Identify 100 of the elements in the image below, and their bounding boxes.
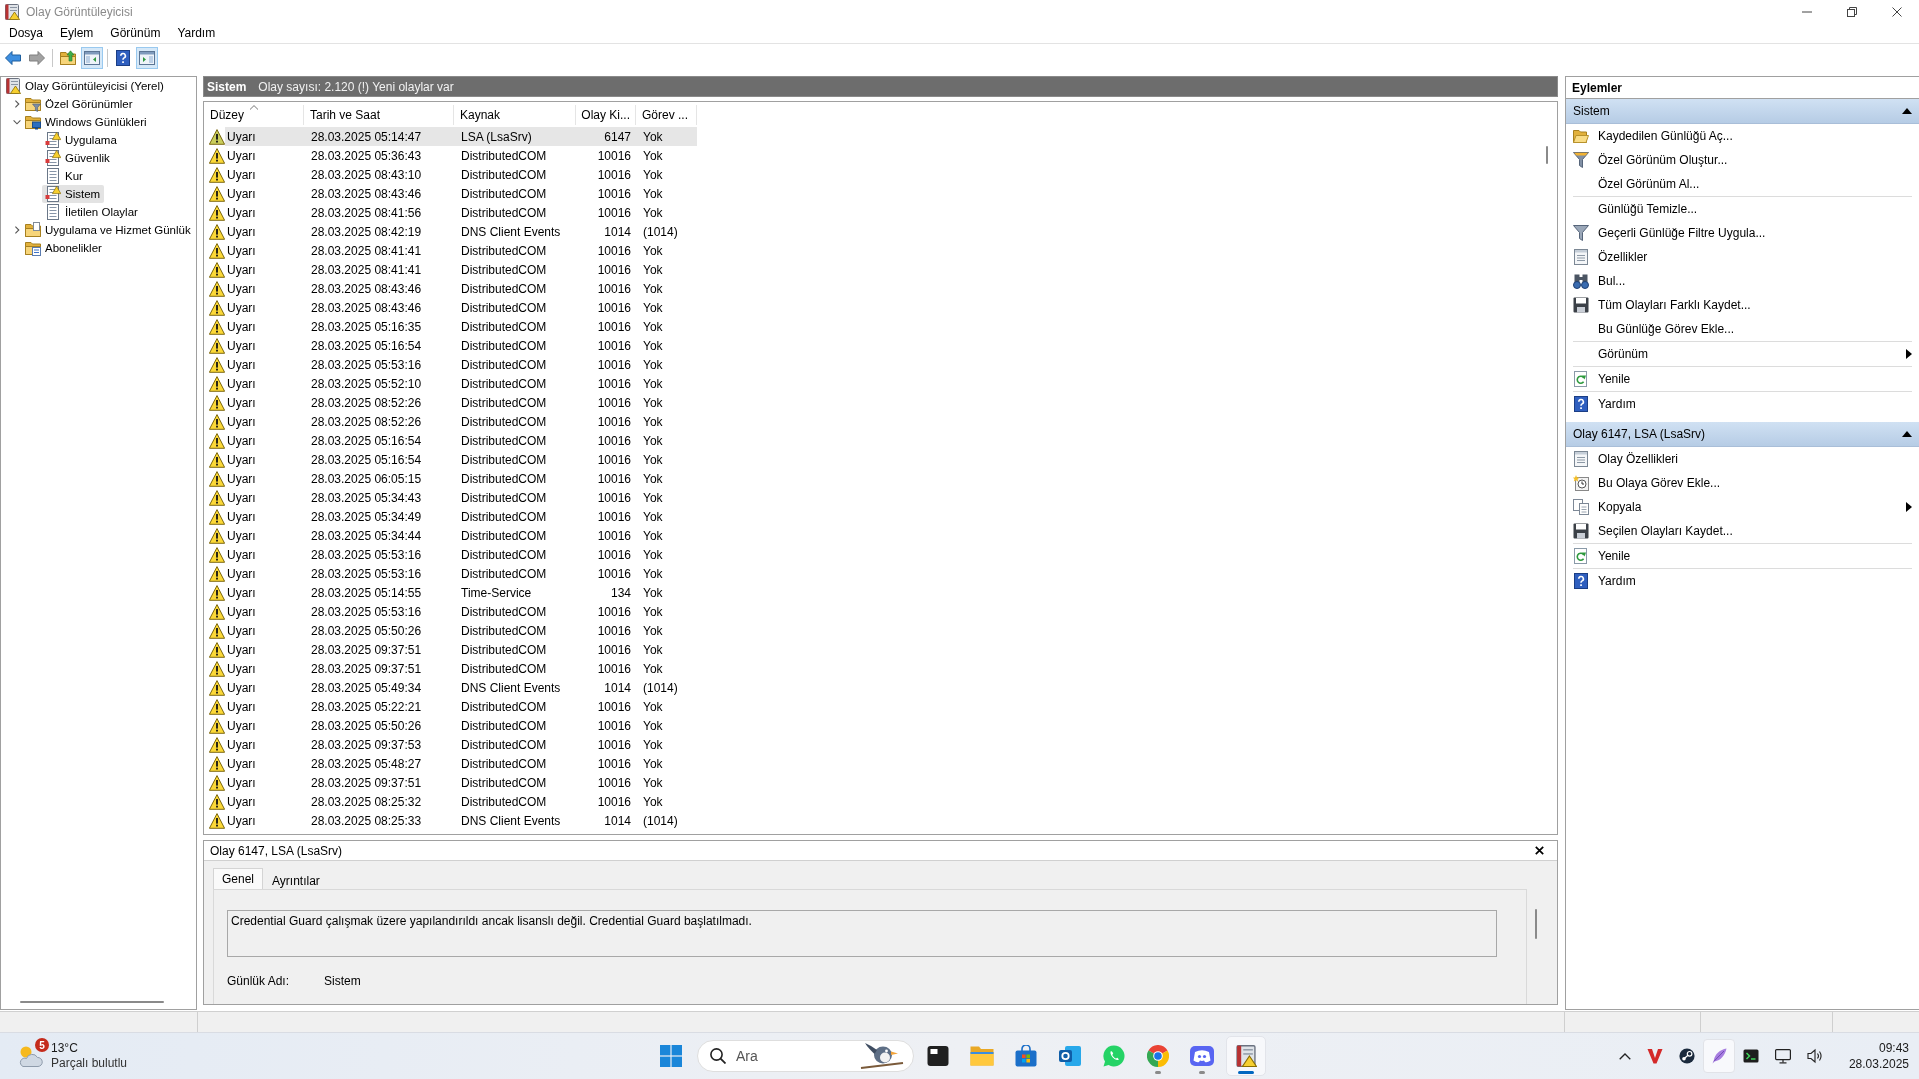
table-row[interactable]: Uyarı 28.03.2025 05:16:35 DistributedCOM 10016 Yok	[205, 317, 697, 336]
menu-item[interactable]: Yardım	[170, 24, 223, 42]
chevron-icon[interactable]	[12, 118, 21, 126]
table-row[interactable]: Uyarı 28.03.2025 05:50:26 DistributedCOM 10016 Yok	[205, 621, 697, 640]
table-row[interactable]: Uyarı 28.03.2025 05:34:44 DistributedCOM 10016 Yok	[205, 526, 697, 545]
section-header[interactable]: Sistem	[1566, 99, 1919, 124]
table-row[interactable]: Uyarı 28.03.2025 09:37:51 DistributedCOM 10016 Yok	[205, 659, 697, 678]
action-item[interactable]: Geçerli Günlüğe Filtre Uygula...	[1566, 221, 1919, 245]
action-item[interactable]: Yardım	[1566, 392, 1919, 416]
toolbar-button[interactable]	[81, 47, 103, 69]
tree-item[interactable]: Sistem	[42, 185, 105, 203]
action-item[interactable]: Yardım	[1566, 569, 1919, 593]
table-row[interactable]: Uyarı 28.03.2025 05:36:43 DistributedCOM 10016 Yok	[205, 146, 697, 165]
section-header[interactable]: Olay 6147, LSA (LsaSrv)	[1566, 422, 1919, 447]
tree-item[interactable]: Güvenlik	[42, 149, 114, 167]
log-book-icon[interactable]	[1235, 1045, 1257, 1067]
v-mark-icon[interactable]	[1646, 1048, 1663, 1064]
table-row[interactable]: Uyarı 28.03.2025 05:22:21 DistributedCOM 10016 Yok	[205, 697, 697, 716]
folder-icon[interactable]	[970, 1045, 994, 1067]
table-row[interactable]: Uyarı 28.03.2025 05:34:49 DistributedCOM 10016 Yok	[205, 507, 697, 526]
table-row[interactable]: Uyarı 28.03.2025 08:52:26 DistributedCOM 10016 Yok	[205, 393, 697, 412]
column-header[interactable]: Düzey	[205, 105, 304, 125]
table-row[interactable]: Uyarı 28.03.2025 09:37:53 DistributedCOM 10016 Yok	[205, 735, 697, 754]
column-header[interactable]: Görev ...	[636, 105, 697, 125]
tree-item[interactable]: İletilen Olaylar	[42, 203, 142, 221]
tree-item[interactable]: Olay Görüntüleyicisi (Yerel)	[2, 77, 168, 95]
column-header[interactable]: Tarih ve Saat	[304, 105, 454, 125]
chevron-up-icon[interactable]	[1618, 1052, 1631, 1060]
menu-item[interactable]: Eylem	[53, 24, 101, 42]
shopping-bag-icon[interactable]	[1015, 1045, 1037, 1067]
table-row[interactable]: Uyarı 28.03.2025 05:16:54 DistributedCOM 10016 Yok	[205, 450, 697, 469]
table-row[interactable]: Uyarı 28.03.2025 08:43:10 DistributedCOM 10016 Yok	[205, 165, 697, 184]
speaker-icon[interactable]	[1806, 1048, 1823, 1064]
toolbar-button[interactable]	[136, 47, 158, 69]
table-row[interactable]: Uyarı 28.03.2025 08:43:46 DistributedCOM 10016 Yok	[205, 298, 697, 317]
controller-face-icon[interactable]	[1190, 1045, 1214, 1067]
tab[interactable]: Ayrıntılar	[263, 871, 329, 889]
table-row[interactable]: Uyarı 28.03.2025 08:52:26 DistributedCOM 10016 Yok	[205, 412, 697, 431]
tree-item[interactable]: Kur	[42, 167, 87, 185]
tree-item[interactable]: Abonelikler	[22, 239, 106, 257]
table-row[interactable]: Uyarı 28.03.2025 05:49:34 DNS Client Events 1014 (1014)	[205, 678, 697, 697]
monitor-icon[interactable]	[1774, 1048, 1791, 1064]
action-item[interactable]: Günlüğü Temizle...	[1566, 197, 1919, 221]
description-field[interactable]: Credential Guard çalışmak üzere yapılandırıldı ancak lisanslı değil. Credential Guard başlatılmadı.	[227, 910, 1497, 957]
table-row[interactable]: Uyarı 28.03.2025 06:05:15 DistributedCOM 10016 Yok	[205, 469, 697, 488]
action-item[interactable]: Olay Özellikleri	[1566, 447, 1919, 471]
mail-icon[interactable]	[1059, 1045, 1081, 1067]
table-row[interactable]: Uyarı 28.03.2025 08:43:46 DistributedCOM 10016 Yok	[205, 184, 697, 203]
collapse-caret-icon[interactable]	[1902, 431, 1912, 437]
table-row[interactable]: Uyarı 28.03.2025 05:14:55 Time-Service 134 Yok	[205, 583, 697, 602]
column-header[interactable]: Kaynak	[454, 105, 576, 125]
table-row[interactable]: Uyarı 28.03.2025 08:41:41 DistributedCOM 10016 Yok	[205, 241, 697, 260]
table-row[interactable]: Uyarı 28.03.2025 05:50:26 DistributedCOM 10016 Yok	[205, 716, 697, 735]
tree-item[interactable]: Uygulama ve Hizmet Günlük	[22, 221, 195, 239]
table-row[interactable]: Uyarı 28.03.2025 08:43:46 DistributedCOM 10016 Yok	[205, 279, 697, 298]
scroll-thumb[interactable]	[1546, 146, 1548, 164]
tree-item[interactable]: Uygulama	[42, 131, 121, 149]
close-icon[interactable]	[1535, 846, 1544, 855]
search-field[interactable]: Ara	[697, 1040, 914, 1072]
scroll-thumb[interactable]	[20, 1001, 164, 1003]
action-item[interactable]: Kopyala	[1566, 495, 1919, 519]
tab[interactable]: Genel	[213, 868, 264, 889]
chevron-icon[interactable]	[12, 226, 21, 234]
table-row[interactable]: Uyarı 28.03.2025 05:48:27 DistributedCOM 10016 Yok	[205, 754, 697, 773]
table-row[interactable]: Uyarı 28.03.2025 08:25:33 DNS Client Events 1014 (1014)	[205, 811, 697, 830]
table-row[interactable]: Uyarı 28.03.2025 05:53:16 DistributedCOM 10016 Yok	[205, 602, 697, 621]
tree-item[interactable]: Windows Günlükleri	[22, 113, 151, 131]
action-item[interactable]: Bul...	[1566, 269, 1919, 293]
action-item[interactable]: Tüm Olayları Farklı Kaydet...	[1566, 293, 1919, 317]
action-item[interactable]: Kaydedilen Günlüğü Aç...	[1566, 124, 1919, 148]
table-row[interactable]: Uyarı 28.03.2025 05:53:16 DistributedCOM 10016 Yok	[205, 355, 697, 374]
column-header[interactable]: Olay Ki...	[576, 105, 636, 125]
table-row[interactable]: Uyarı 28.03.2025 08:41:56 DistributedCOM 10016 Yok	[205, 203, 697, 222]
table-row[interactable]: Uyarı 28.03.2025 08:42:19 DNS Client Events 1014 (1014)	[205, 222, 697, 241]
table-row[interactable]: Uyarı 28.03.2025 09:37:51 DistributedCOM 10016 Yok	[205, 773, 697, 792]
table-row[interactable]: Uyarı 28.03.2025 05:16:54 DistributedCOM 10016 Yok	[205, 431, 697, 450]
menu-item[interactable]: Görünüm	[103, 24, 168, 42]
restore-icon[interactable]	[1846, 6, 1857, 17]
tree-item[interactable]: Özel Görünümler	[22, 95, 137, 113]
feather-icon[interactable]	[1710, 1048, 1727, 1064]
chevron-icon[interactable]	[12, 100, 21, 108]
scroll-thumb[interactable]	[1535, 909, 1537, 939]
table-row[interactable]: Uyarı 28.03.2025 05:53:16 DistributedCOM 10016 Yok	[205, 564, 697, 583]
table-row[interactable]: Uyarı 28.03.2025 08:41:41 DistributedCOM 10016 Yok	[205, 260, 697, 279]
collapse-caret-icon[interactable]	[1902, 108, 1912, 114]
minimize-icon[interactable]	[1801, 10, 1812, 13]
action-item[interactable]: Özellikler	[1566, 245, 1919, 269]
close-icon[interactable]	[1891, 6, 1902, 17]
table-row[interactable]: Uyarı 28.03.2025 05:34:43 DistributedCOM 10016 Yok	[205, 488, 697, 507]
table-row[interactable]: Uyarı 28.03.2025 08:25:32 DistributedCOM 10016 Yok	[205, 792, 697, 811]
table-row[interactable]: Uyarı 28.03.2025 05:53:16 DistributedCOM 10016 Yok	[205, 545, 697, 564]
table-row[interactable]: Uyarı 28.03.2025 05:16:54 DistributedCOM 10016 Yok	[205, 336, 697, 355]
menu-item[interactable]: Dosya	[2, 24, 50, 42]
action-item[interactable]: Bu Olaya Görev Ekle...	[1566, 471, 1919, 495]
terminal-icon[interactable]	[1742, 1048, 1759, 1064]
table-row[interactable]: Uyarı 28.03.2025 05:52:10 DistributedCOM 10016 Yok	[205, 374, 697, 393]
table-row[interactable]: Uyarı 28.03.2025 09:37:51 DistributedCOM 10016 Yok	[205, 640, 697, 659]
dark-window-icon[interactable]	[927, 1045, 949, 1067]
action-item[interactable]: Özel Görünüm Oluştur...	[1566, 148, 1919, 172]
disc-icon[interactable]	[1678, 1048, 1695, 1064]
